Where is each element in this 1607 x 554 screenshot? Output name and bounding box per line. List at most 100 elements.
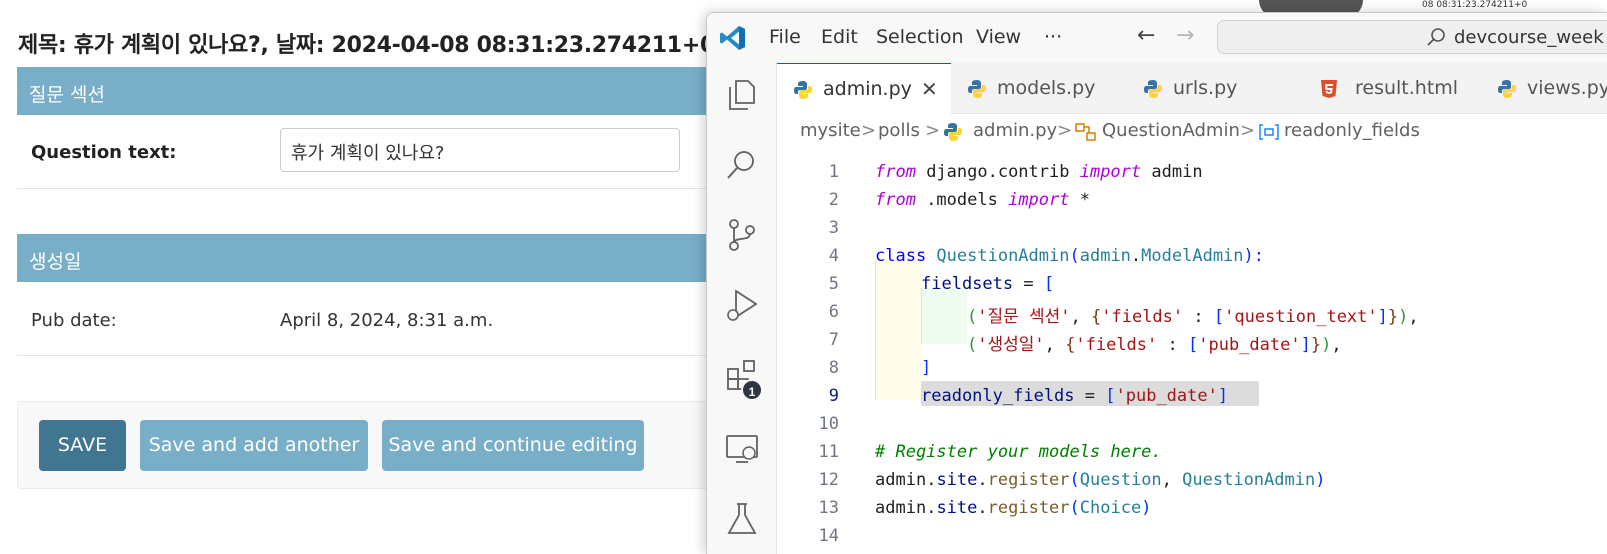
line-number: 9 [828,386,839,406]
close-icon[interactable]: ✕ [921,77,938,101]
code-line-current: 9 readonly_fields = ['pub_date'] [777,382,1607,410]
code-line: 6 ('질문 섹션', {'fields' : ['question_text'… [777,298,1607,327]
code-line: 7 ('생성일', {'fields' : ['pub_date']}), [777,326,1607,355]
search-text: devcourse_week [1454,27,1604,48]
page-title: 제목: 휴가 계획이 있나요?, 날짜: 2024-04-08 08:31:23… [18,33,769,58]
editor-tab-bar: admin.py ✕ models.py urls.py result.html [777,63,1607,114]
question-text-value: 휴가 계획이 있나요? [291,143,445,164]
save-button[interactable]: SAVE [39,420,126,471]
breadcrumb: mysite > polls > admin.py > QuestionAdmi… [777,114,1607,148]
breadcrumb-separator: > [861,120,877,141]
tab-label: models.py [997,77,1096,99]
code-line: 2 from .models import * [777,186,1607,214]
code-text: admin.site.register(Question, QuestionAd… [875,470,1326,490]
line-number: 4 [828,246,839,266]
tab-label: urls.py [1173,77,1238,99]
line-number: 3 [828,218,839,238]
line-number: 12 [818,470,839,490]
save-and-continue-button[interactable]: Save and continue editing [382,420,644,471]
breadcrumb-separator: > [925,120,941,141]
line-number: 11 [818,442,839,462]
line-number: 13 [818,498,839,518]
field-symbol-icon [1259,124,1279,140]
code-line: 13 admin.site.register(Choice) [777,494,1607,522]
save-and-add-another-button[interactable]: Save and add another [140,420,368,471]
tab-urls-py[interactable]: urls.py [1127,63,1303,114]
menu-edit[interactable]: Edit [821,26,858,48]
line-number: 7 [828,330,839,350]
question-text-label: Question text: [31,142,177,163]
tab-models-py[interactable]: models.py [951,63,1127,114]
pub-date-label: Pub date: [31,310,117,331]
code-line: 1 from django.contrib import admin [777,158,1607,186]
breadcrumb-question-admin[interactable]: QuestionAdmin [1102,120,1240,141]
class-symbol-icon [1075,123,1096,141]
search-icon [1427,28,1445,46]
search-view-icon[interactable] [724,147,760,183]
tab-views-py[interactable]: views.py [1481,63,1607,114]
code-line: 10 [777,410,1607,438]
code-comment: # Register your models here. [875,442,1162,462]
code-text: class QuestionAdmin(admin.ModelAdmin): [875,246,1265,266]
code-line: 3 [777,214,1607,242]
menu-file[interactable]: File [769,26,801,48]
code-text: from django.contrib import admin [875,162,1203,182]
go-forward-button[interactable]: → [1176,23,1194,48]
testing-icon[interactable] [724,501,760,537]
tab-result-html[interactable]: result.html [1303,63,1481,114]
code-line: 5 fieldsets = [ [777,270,1607,298]
code-line: 11 # Register your models here. [777,438,1607,466]
python-icon [794,81,812,99]
python-icon [1144,80,1162,98]
explorer-icon[interactable] [724,77,760,113]
line-number: 8 [828,358,839,378]
code-text: ('생성일', {'fields' : ['pub_date']}), [967,335,1342,355]
extensions-badge: 1 [741,379,763,401]
title-bar: File Edit Selection View ··· ← → devcour… [707,13,1607,63]
tab-admin-py[interactable]: admin.py ✕ [777,63,951,114]
code-text: readonly_fields = ['pub_date'] [921,386,1229,406]
python-icon [1498,80,1516,98]
form-row-question-text: Question text: 휴가 계획이 있나요? [17,115,737,189]
code-line: 8 ] [777,354,1607,382]
tab-label: admin.py [823,78,912,100]
breadcrumb-mysite[interactable]: mysite [800,120,861,141]
source-control-icon[interactable] [724,217,760,253]
run-and-debug-icon[interactable] [724,287,760,323]
command-center-search[interactable]: devcourse_week [1217,20,1607,54]
code-text: from .models import * [875,190,1090,210]
go-back-button[interactable]: ← [1137,23,1155,48]
tab-label: result.html [1355,77,1459,99]
code-editor[interactable]: 1 from django.contrib import admin 2 fro… [777,148,1607,554]
line-number: 5 [828,274,839,294]
activity-bar: 1 [707,63,777,554]
menu-view[interactable]: View [976,26,1021,48]
code-text: ] [921,358,932,378]
code-line: 12 admin.site.register(Question, Questio… [777,466,1607,494]
python-icon [968,80,986,98]
line-number: 2 [828,190,839,210]
menu-more[interactable]: ··· [1044,26,1062,48]
code-line: 14 [777,522,1607,550]
form-row-pub-date: Pub date: April 8, 2024, 8:31 a.m. [17,282,737,356]
tab-label: views.py [1527,77,1607,99]
line-number: 10 [818,414,839,434]
code-text: admin.site.register(Choice) [875,498,1152,518]
breadcrumb-readonly-fields[interactable]: readonly_fields [1284,120,1420,141]
line-number: 6 [828,302,839,322]
fieldset-header-pub-date: 생성일 [17,234,737,282]
code-line: 4 class QuestionAdmin(admin.ModelAdmin): [777,242,1607,270]
menu-selection[interactable]: Selection [876,26,964,48]
vscode-window: File Edit Selection View ··· ← → devcour… [706,12,1607,554]
remote-explorer-icon[interactable] [724,431,760,467]
html5-icon [1321,80,1337,98]
background-window-snippet: 08 08:31:23.274211+0 [1420,0,1530,10]
breadcrumb-admin-py[interactable]: admin.py [973,120,1057,141]
breadcrumb-separator: > [1057,120,1073,141]
breadcrumb-polls[interactable]: polls [878,120,920,141]
line-number: 1 [828,162,839,182]
question-text-input[interactable]: 휴가 계획이 있나요? [280,128,680,172]
submit-row: SAVE Save and add another Save and conti… [17,401,737,489]
code-text: fieldsets = [ [921,274,1055,294]
python-icon [944,123,962,141]
